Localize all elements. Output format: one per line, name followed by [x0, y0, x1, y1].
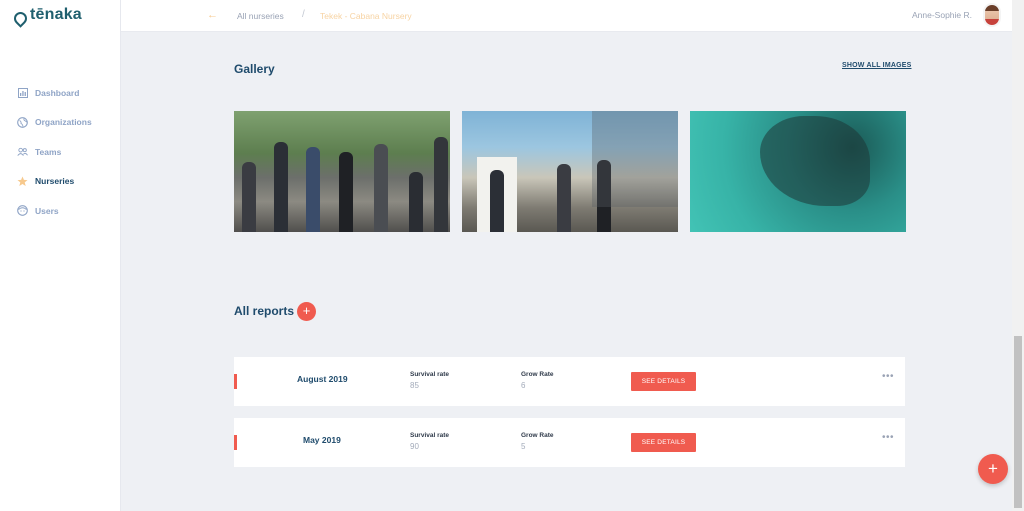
grow-rate-label: Grow Rate	[521, 432, 554, 439]
add-report-button[interactable]: +	[297, 302, 316, 321]
breadcrumb-separator: /	[302, 9, 305, 20]
report-accent-bar	[234, 374, 237, 389]
grow-rate-label: Grow Rate	[521, 371, 554, 378]
grow-rate-value: 5	[521, 442, 526, 451]
avatar[interactable]	[983, 3, 1001, 27]
photo-figure	[339, 152, 353, 232]
logo-pin-icon	[11, 8, 30, 28]
people-icon	[17, 146, 28, 157]
sidebar-item-label: Teams	[35, 146, 62, 157]
gallery-image-1[interactable]	[234, 111, 450, 232]
photo-figure	[242, 162, 256, 232]
survival-rate-value: 90	[410, 442, 419, 451]
see-details-button[interactable]: SEE DETAILS	[631, 372, 696, 391]
gallery-title: Gallery	[234, 62, 275, 76]
photo-figure	[374, 144, 388, 232]
logo[interactable]: tēnaka	[11, 6, 82, 28]
breadcrumb-all-nurseries[interactable]: All nurseries	[237, 11, 284, 21]
report-month: May 2019	[303, 435, 341, 445]
user-name[interactable]: Anne-Sophie R.	[912, 10, 972, 20]
grow-rate-value: 6	[521, 381, 526, 390]
top-bar: ← All nurseries / Tekek - Cabana Nursery…	[121, 0, 1012, 32]
sidebar-item-label: Users	[35, 205, 59, 216]
photo-figure	[434, 137, 448, 232]
sidebar: tēnaka Dashboard Organizations Teams Nur…	[0, 0, 121, 511]
gallery-image-3[interactable]	[690, 111, 906, 232]
sidebar-item-users[interactable]: Users	[0, 196, 121, 226]
sidebar-item-label: Nurseries	[35, 176, 75, 187]
report-card: August 2019 Survival rate 85 Grow Rate 6…	[234, 357, 905, 406]
globe-icon	[17, 116, 28, 128]
see-details-button[interactable]: SEE DETAILS	[631, 433, 696, 452]
scrollbar-thumb[interactable]	[1014, 336, 1022, 508]
sidebar-item-dashboard[interactable]: Dashboard	[0, 78, 121, 108]
sidebar-item-organizations[interactable]: Organizations	[0, 108, 121, 138]
more-options-icon[interactable]: •••	[882, 432, 894, 443]
report-month: August 2019	[297, 374, 348, 384]
chart-icon	[17, 87, 28, 98]
photo-figure	[409, 172, 423, 232]
photo-roof	[592, 111, 678, 207]
sidebar-item-nurseries[interactable]: Nurseries	[0, 167, 121, 197]
gallery-image-2[interactable]	[462, 111, 678, 232]
logo-text: tēnaka	[30, 6, 82, 23]
report-accent-bar	[234, 435, 237, 450]
survival-rate-label: Survival rate	[410, 371, 450, 378]
photo-figure	[557, 164, 571, 232]
report-card: May 2019 Survival rate 90 Grow Rate 5 SE…	[234, 418, 905, 467]
photo-diver	[760, 116, 870, 206]
more-options-icon[interactable]: •••	[882, 371, 894, 382]
survival-rate-value: 85	[410, 381, 419, 390]
photo-figure	[306, 147, 320, 232]
sidebar-item-teams[interactable]: Teams	[0, 137, 121, 167]
arrow-left-icon[interactable]: ←	[207, 9, 218, 21]
floating-add-button[interactable]: +	[978, 454, 1008, 484]
sidebar-nav: Dashboard Organizations Teams Nurseries …	[0, 78, 121, 226]
star-icon	[17, 176, 28, 187]
breadcrumb-current: Tekek - Cabana Nursery	[320, 11, 412, 21]
sidebar-item-label: Organizations	[35, 117, 92, 128]
show-all-images-link[interactable]: SHOW ALL IMAGES	[842, 62, 912, 69]
sidebar-item-label: Dashboard	[35, 87, 80, 98]
survival-rate-label: Survival rate	[410, 432, 450, 439]
photo-figure	[274, 142, 288, 232]
reports-title: All reports	[234, 304, 295, 318]
photo-figure	[490, 170, 504, 232]
user-face-icon	[17, 205, 28, 217]
